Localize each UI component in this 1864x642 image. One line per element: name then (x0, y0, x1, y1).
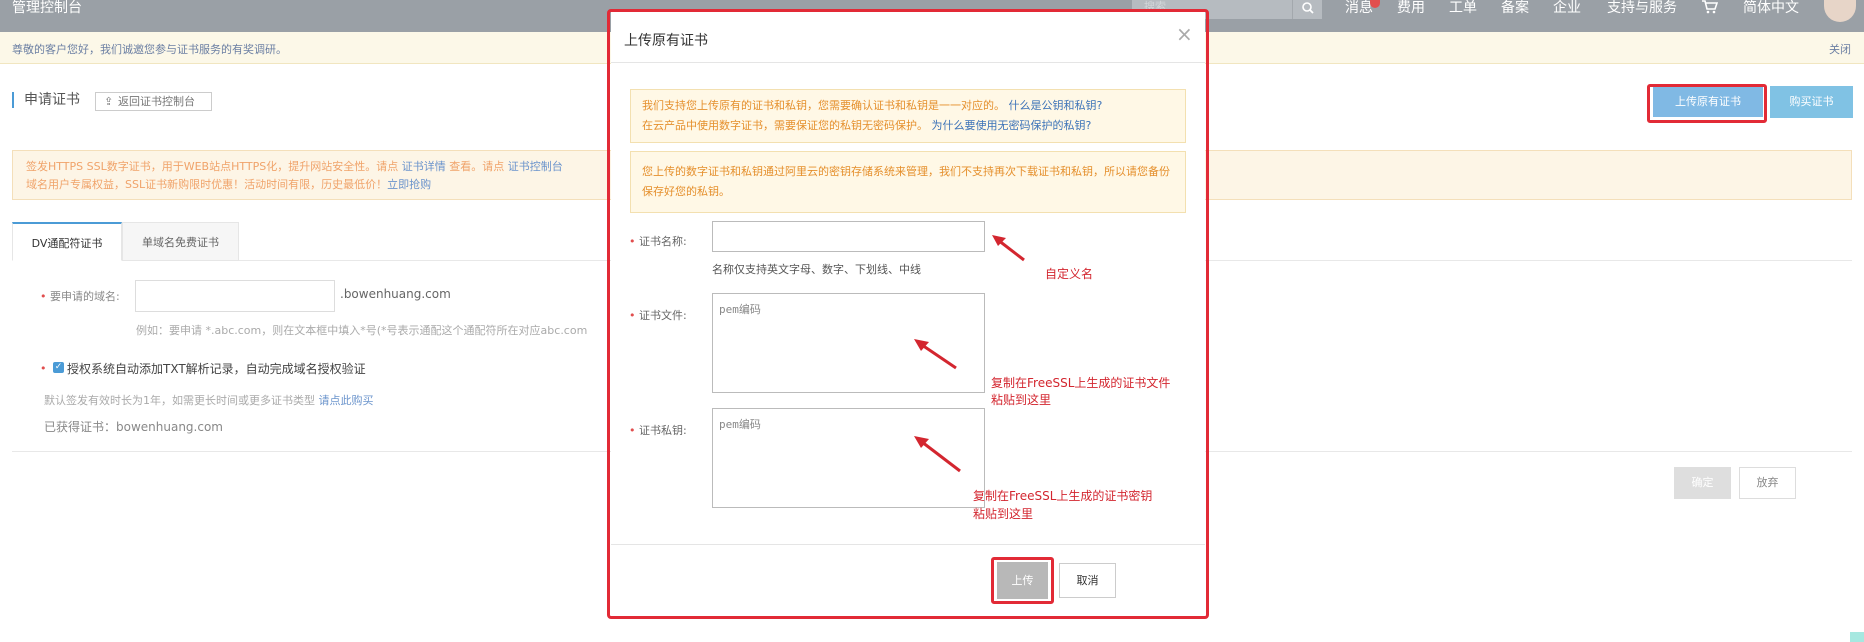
auto-txt-label: 授权系统自动添加TXT解析记录，自动完成域名授权验证 (67, 362, 366, 376)
highlight-box (1647, 84, 1767, 123)
avatar[interactable] (1824, 0, 1856, 22)
nav-messages[interactable]: 消息 (1345, 0, 1373, 16)
back-to-console-button[interactable]: ⇪ 返回证书控制台 (95, 92, 212, 111)
buy-now-link[interactable]: 立即抢购 (387, 178, 431, 191)
search-button[interactable] (1292, 0, 1322, 19)
cart-icon[interactable] (1702, 0, 1719, 17)
domain-suffix: .bowenhuang.com (340, 287, 451, 301)
required-dot: • (40, 362, 47, 375)
arrow-icon (914, 436, 961, 473)
obtained-cert: 已获得证书：bowenhuang.com (44, 420, 223, 434)
arrow-icon (914, 339, 957, 370)
corner-widget (1850, 632, 1864, 642)
page-title: 申请证书 (12, 92, 80, 108)
cert-detail-link[interactable]: 证书详情 (402, 160, 446, 173)
tab-single-domain[interactable]: 单域名免费证书 (122, 222, 239, 261)
cert-console-link[interactable]: 证书控制台 (508, 160, 563, 173)
highlight-box (607, 9, 1209, 619)
buy-cert-button[interactable]: 购买证书 (1770, 86, 1853, 118)
annotation-cert-key-2: 粘贴到这里 (973, 507, 1034, 521)
annotation-cert-key-1: 复制在FreeSSL上生成的证书密钥 (973, 489, 1153, 503)
nav-tickets[interactable]: 工单 (1449, 0, 1477, 16)
tab-dv-wildcard[interactable]: DV通配符证书 (12, 222, 122, 261)
annotation-cert-file-1: 复制在FreeSSL上生成的证书文件 (991, 376, 1171, 390)
auto-txt-checkbox[interactable]: ✓ (53, 362, 64, 373)
nav-enterprise[interactable]: 企业 (1553, 0, 1581, 16)
default-validity-note: 默认签发有效时长为1年，如需更长时间或更多证书类型 请点此购买 (44, 394, 374, 407)
search-icon (1302, 2, 1314, 14)
upload-arrow-icon: ⇪ (104, 95, 114, 108)
nav-filing[interactable]: 备案 (1501, 0, 1529, 16)
annotation-custom-name: 自定义名 (1045, 267, 1094, 281)
message-badge (1370, 0, 1380, 8)
console-title[interactable]: 管理控制台 (12, 0, 82, 16)
nav-billing[interactable]: 费用 (1397, 0, 1425, 16)
nav-support[interactable]: 支持与服务 (1607, 0, 1677, 16)
domain-example: 例如：要申请 *.abc.com，则在文本框中填入*号(*号表示通配这个通配符所… (136, 324, 588, 337)
domain-input[interactable] (135, 280, 335, 312)
purchase-link[interactable]: 请点此购买 (319, 394, 374, 407)
notice-text[interactable]: 尊敬的客户您好，我们诚邀您参与证书服务的有奖调研。 (12, 41, 287, 57)
warning-text-2: 查看。请点 (445, 160, 508, 173)
nav-language[interactable]: 简体中文 (1743, 0, 1799, 16)
warning-text-3: 域名用户专属权益，SSL证书新购限时优惠！活动时间有限，历史最低价！ (26, 178, 388, 191)
annotation-cert-file-2: 粘贴到这里 (991, 393, 1052, 407)
notice-close-link[interactable]: 关闭 (1829, 41, 1851, 57)
domain-label: • 要申请的域名: (40, 290, 120, 303)
warning-text-1: 签发HTTPS SSL数字证书，用于WEB站点HTTPS化，提升网站安全性。请点 (26, 160, 402, 173)
back-button-label: 返回证书控制台 (118, 95, 195, 108)
abandon-button[interactable]: 放弃 (1739, 467, 1796, 499)
confirm-button[interactable]: 确定 (1674, 467, 1731, 499)
arrow-icon (992, 235, 1025, 262)
